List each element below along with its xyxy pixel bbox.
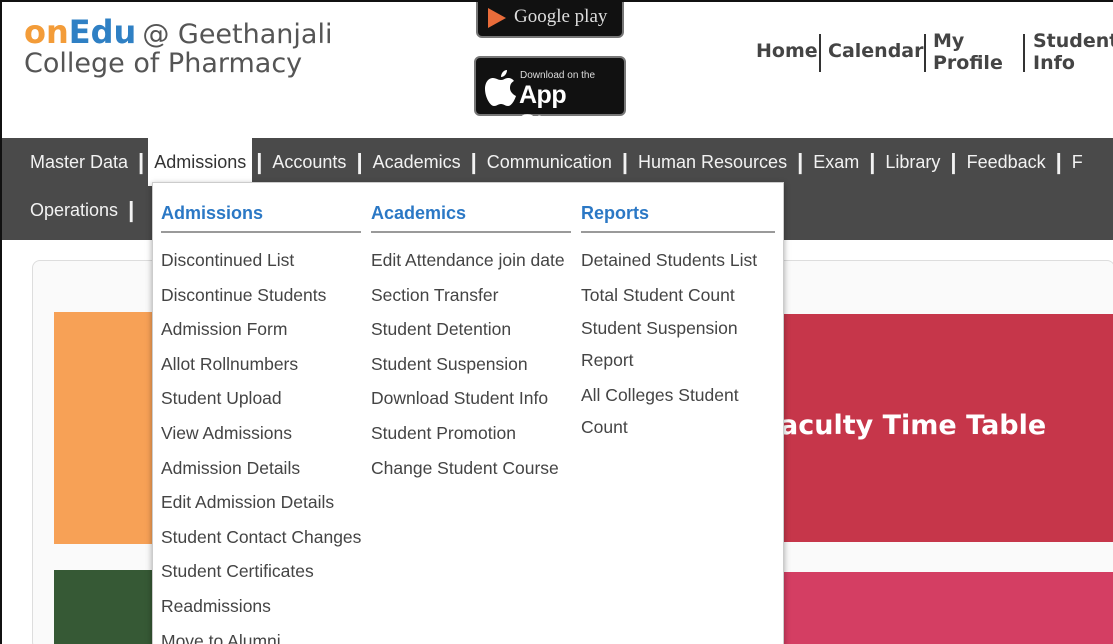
menu-item-all-colleges-student-count[interactable]: All Colleges Student Count [581, 380, 751, 443]
menu-item-section-transfer[interactable]: Section Transfer [371, 278, 581, 313]
nav-separator: | [128, 197, 135, 222]
google-play-icon [488, 8, 506, 28]
nav-separator: | [1055, 149, 1062, 174]
brand-logo[interactable]: onEdu @ Geethanjali [24, 16, 332, 48]
nav-operations[interactable]: Operations [24, 186, 124, 234]
my-profile-link[interactable]: My Profile [933, 30, 1003, 78]
app-store-label: App Store [519, 81, 581, 138]
navbar-row: Operations | [24, 186, 138, 234]
menu-item-student-upload[interactable]: Student Upload [161, 381, 371, 416]
nav-more-truncated[interactable]: F [1066, 138, 1089, 186]
menu-item-edit-attendance-join-date[interactable]: Edit Attendance join date [371, 243, 581, 278]
menu-item-discontinue-students[interactable]: Discontinue Students [161, 278, 371, 313]
nav-separator: | [869, 149, 876, 174]
nav-feedback[interactable]: Feedback [961, 138, 1052, 186]
nav-separator: | [470, 149, 477, 174]
nav-academics[interactable]: Academics [367, 138, 467, 186]
calendar-link[interactable]: Calendar [828, 40, 923, 88]
nav-separator: | [256, 149, 263, 174]
nav-separator: | [621, 149, 628, 174]
nav-admissions[interactable]: Admissions [148, 138, 253, 186]
menu-list: Discontinued List Discontinue Students A… [161, 243, 371, 644]
nav-exam[interactable]: Exam [807, 138, 865, 186]
column-heading: Admissions [161, 203, 361, 233]
menu-list: Detained Students List Total Student Cou… [581, 243, 757, 443]
student-info-link[interactable]: Student Info [1033, 30, 1113, 78]
dashboard-tile[interactable] [742, 572, 1113, 644]
nav-accounts[interactable]: Accounts [266, 138, 352, 186]
menu-list: Edit Attendance join date Section Transf… [371, 243, 581, 485]
student-info-line1: Student [1033, 30, 1113, 52]
menu-item-readmissions[interactable]: Readmissions [161, 589, 371, 624]
college-name: College of Pharmacy [24, 48, 303, 79]
menu-item-student-promotion[interactable]: Student Promotion [371, 416, 581, 451]
nav-separator: | [950, 149, 957, 174]
brand-institution: @ Geethanjali [142, 19, 333, 50]
home-link[interactable]: Home [756, 40, 818, 88]
menu-item-admission-details[interactable]: Admission Details [161, 451, 371, 486]
nav-master-data[interactable]: Master Data [24, 138, 134, 186]
admissions-dropdown-menu: Admissions Discontinued List Discontinue… [152, 182, 784, 644]
menu-item-student-contact-changes[interactable]: Student Contact Changes [161, 520, 371, 555]
column-heading: Reports [581, 203, 775, 233]
menu-item-admission-form[interactable]: Admission Form [161, 312, 371, 347]
header: onEdu @ Geethanjali College of Pharmacy G… [2, 2, 1113, 138]
brand-on: on [24, 13, 69, 51]
divider [819, 34, 821, 72]
student-info-line2: Info [1033, 52, 1075, 74]
menu-item-detained-students-list[interactable]: Detained Students List [581, 243, 757, 278]
my-profile-line2: Profile [933, 52, 1003, 74]
menu-item-total-student-count[interactable]: Total Student Count [581, 278, 751, 313]
nav-separator: | [797, 149, 804, 174]
menu-item-student-detention[interactable]: Student Detention [371, 312, 581, 347]
menu-item-view-admissions[interactable]: View Admissions [161, 416, 371, 451]
nav-library[interactable]: Library [879, 138, 946, 186]
app-store-badge[interactable]: Download on the App Store [474, 56, 626, 138]
nav-separator: | [356, 149, 363, 174]
google-play-badge[interactable]: Google play [476, 2, 624, 38]
menu-item-student-suspension-report[interactable]: Student Suspension Report [581, 313, 751, 376]
menu-item-student-certificates[interactable]: Student Certificates [161, 554, 371, 589]
brand-edu: Edu [68, 13, 137, 51]
app-store-small-label: Download on the [520, 70, 596, 81]
column-heading: Academics [371, 203, 571, 233]
menu-item-move-to-alumni[interactable]: Move to Alumni [161, 624, 371, 644]
menu-item-student-suspension[interactable]: Student Suspension [371, 347, 581, 382]
faculty-time-table-title: aculty Time Table [780, 410, 1047, 441]
menu-item-discontinued-list[interactable]: Discontinued List [161, 243, 371, 278]
nav-separator: | [138, 149, 145, 174]
nav-communication[interactable]: Communication [481, 138, 618, 186]
menu-item-allot-rollnumbers[interactable]: Allot Rollnumbers [161, 347, 371, 382]
my-profile-line1: My [933, 30, 965, 52]
navbar-row: Master Data | Admissions | Accounts | Ac… [24, 138, 1089, 186]
app-frame: onEdu @ Geethanjali College of Pharmacy G… [0, 0, 1113, 644]
nav-human-resources[interactable]: Human Resources [632, 138, 793, 186]
google-play-label: Google play [514, 6, 608, 27]
menu-item-change-student-course[interactable]: Change Student Course [371, 451, 581, 486]
divider [1023, 34, 1025, 72]
divider [924, 34, 926, 72]
menu-item-download-student-info[interactable]: Download Student Info [371, 381, 581, 416]
apple-icon [485, 70, 516, 106]
menu-item-edit-admission-details[interactable]: Edit Admission Details [161, 485, 371, 520]
